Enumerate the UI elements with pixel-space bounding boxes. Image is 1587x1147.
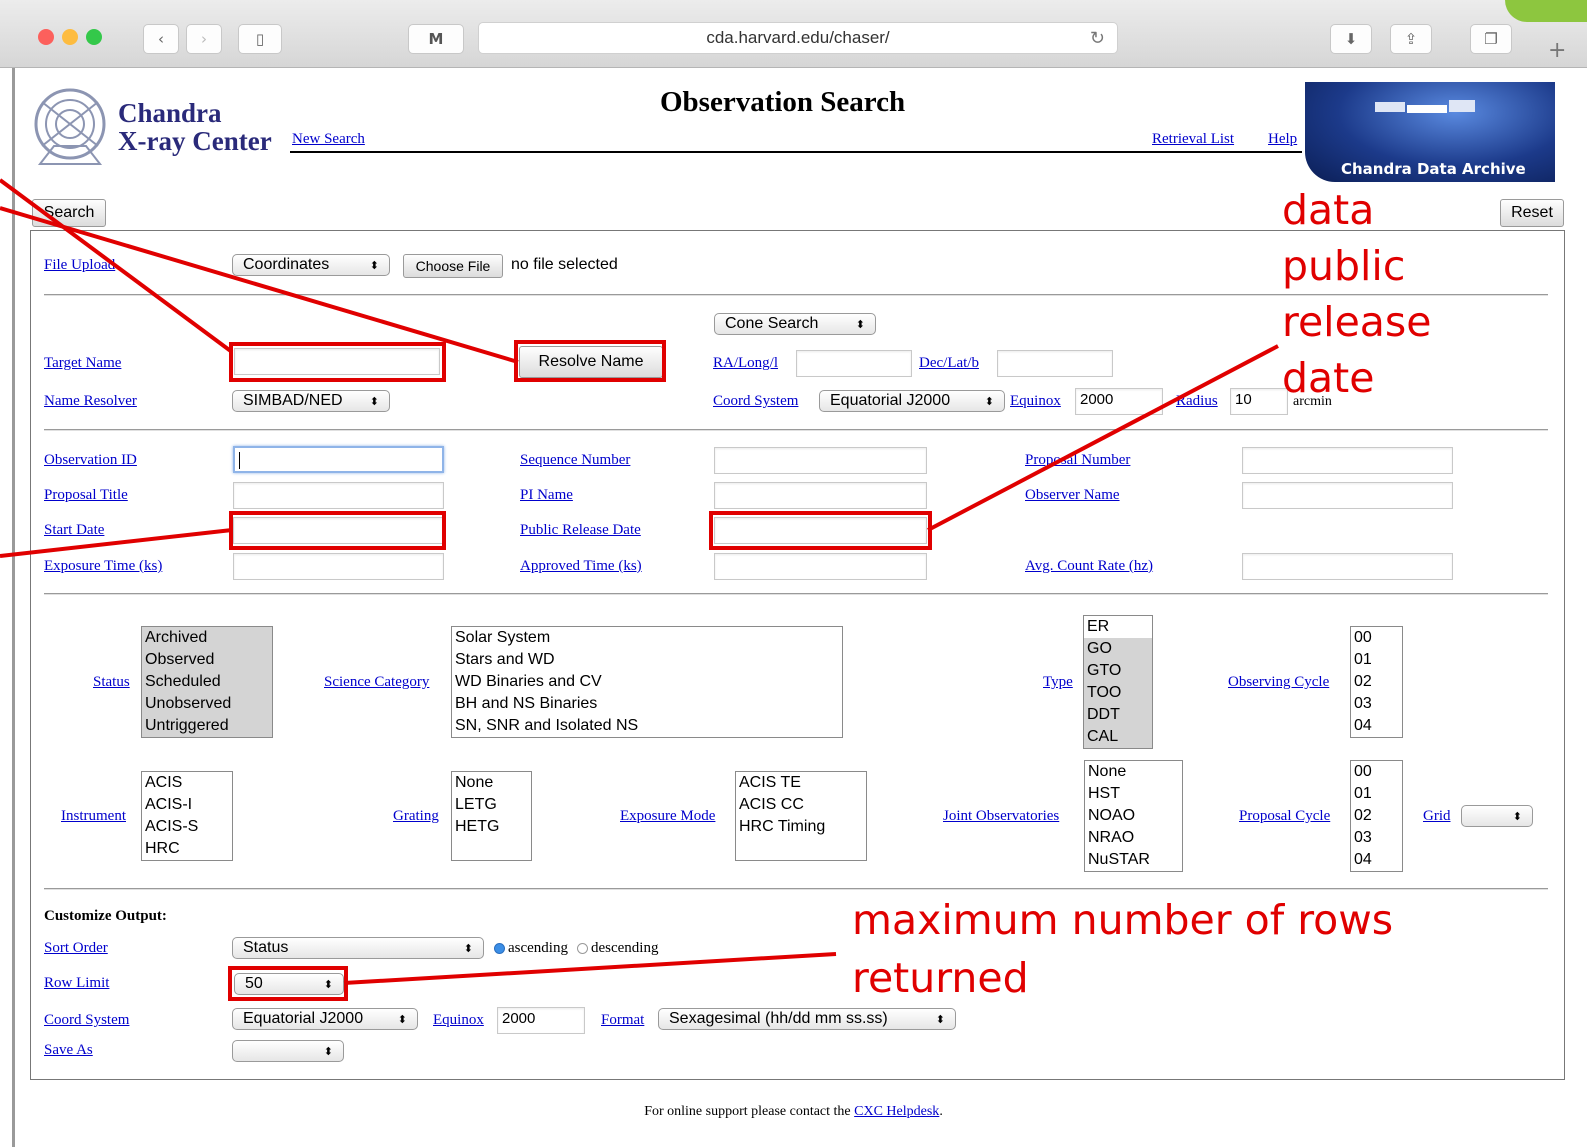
annotation-release-2: public (1282, 242, 1406, 290)
annotation-line-resolve (0, 206, 519, 364)
annotation-release-3: release (1282, 298, 1432, 346)
highlight-target-name (229, 342, 446, 382)
annotation-rows-2: returned (852, 954, 1029, 1002)
highlight-public-release (709, 511, 932, 550)
annotation-release-4: date (1282, 354, 1375, 402)
annotation-line-release (927, 344, 1279, 532)
annotation-line-start (0, 528, 233, 558)
annotation-rows-1: maximum number of rows (852, 896, 1394, 944)
annotation-line-rows (343, 952, 837, 985)
highlight-start-date (229, 511, 446, 550)
annotation-release-1: data (1282, 186, 1375, 234)
highlight-row-limit (228, 966, 348, 1001)
highlight-resolve-name (514, 340, 666, 382)
